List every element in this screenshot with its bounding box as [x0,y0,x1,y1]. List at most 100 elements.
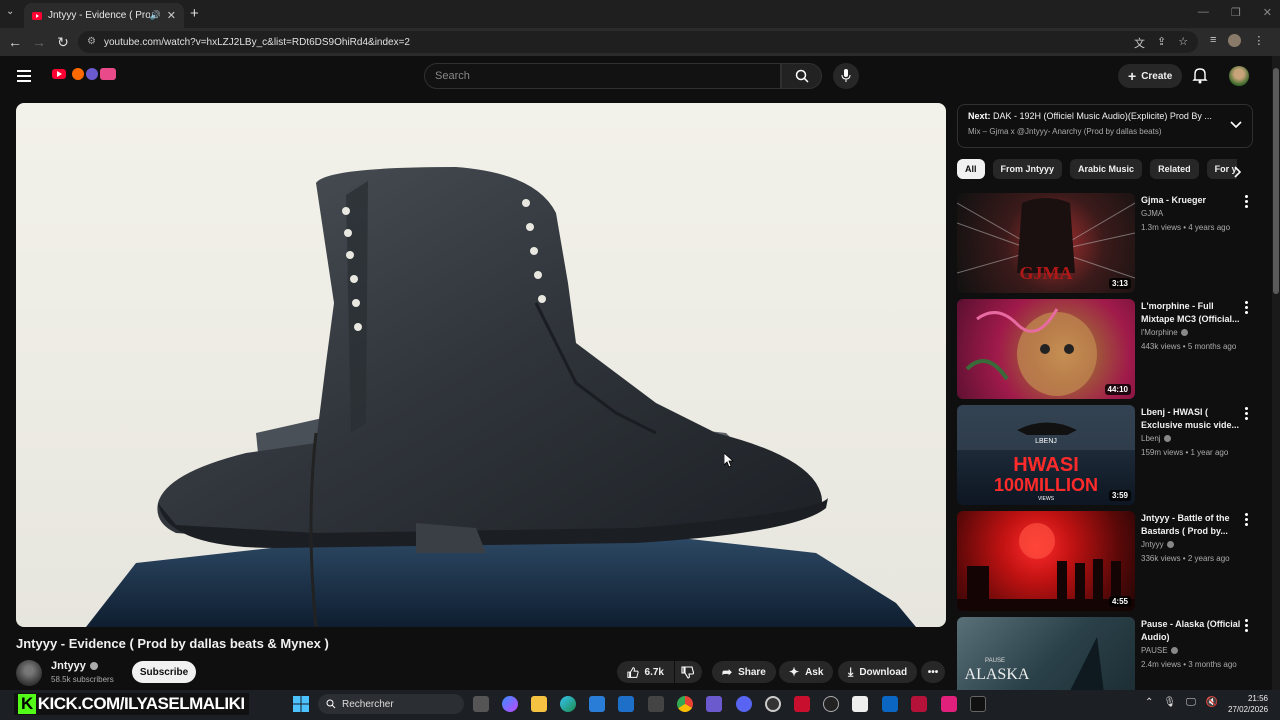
recommendation-channel[interactable]: PAUSE [1141,646,1178,655]
list-item[interactable]: LBENJ HWASI 100MILLION VIEWS 3:59 Lbenj … [957,405,1253,505]
youtube-logo[interactable] [52,68,116,80]
site-info-icon[interactable]: ⚙ [87,36,96,47]
tab-close-icon[interactable]: ✕ [167,9,176,22]
menu-icon[interactable] [17,70,31,85]
speaker-icon[interactable]: 🔊 [150,10,161,21]
system-clock[interactable]: 21:56 27/02/2026 [1228,693,1268,715]
recommendation-title[interactable]: Gjma - Krueger [1141,194,1241,207]
video-player[interactable] [16,103,946,627]
file-explorer-icon[interactable] [531,696,547,712]
recommendation-channel[interactable]: l'Morphine [1141,328,1188,337]
app-badge-icon[interactable] [911,696,927,712]
channel-avatar[interactable] [16,660,42,686]
browser-tab[interactable]: Jntyyy - Evidence ( Prod by 🔊 ✕ [24,3,184,28]
page-scrollbar[interactable] [1272,56,1280,690]
subscribe-button[interactable]: Subscribe [132,661,196,683]
playlist-next-panel[interactable]: Next: DAK - 192H (Officiel Music Audio)(… [957,104,1253,148]
scrollbar-thumb[interactable] [1273,68,1279,294]
volume-muted-icon[interactable]: 🔇 [1206,697,1218,708]
close-window-icon[interactable]: ✕ [1263,6,1272,19]
more-vertical-icon[interactable] [1245,301,1249,316]
list-item[interactable]: 44:10 L'morphine - Full Mixtape MC3 (Off… [957,299,1253,399]
reload-icon[interactable]: ↻ [51,34,75,51]
more-actions-button[interactable]: ••• [921,661,945,683]
mail-icon[interactable] [618,696,634,712]
search-input[interactable]: Search [424,63,781,89]
tiktok-icon[interactable] [970,696,986,712]
forward-icon[interactable]: → [27,34,51,50]
app-pink-icon[interactable] [941,696,957,712]
chevron-right-icon[interactable] [1234,166,1242,178]
list-item[interactable]: 4:55 Jntyyy - Battle of the Bastards ( P… [957,511,1253,611]
dislike-button[interactable] [675,661,702,683]
chip-all[interactable]: All [957,159,985,179]
back-icon[interactable]: ← [3,34,27,50]
recommendation-title[interactable]: Pause - Alaska (Official Audio) [1141,618,1241,644]
channel-name[interactable]: Jntyyy [51,660,98,672]
game-icon[interactable] [706,696,722,712]
browser-menu-icon[interactable]: ⋮ [1253,34,1264,47]
chip-from-channel[interactable]: From Jntyyy [992,159,1063,179]
copilot-icon[interactable] [502,696,518,712]
obs-icon[interactable] [765,696,781,712]
profile-icon[interactable] [1228,34,1242,47]
minimize-icon[interactable]: — [1198,6,1209,19]
account-avatar[interactable] [1229,66,1249,86]
recommendation-channel[interactable]: GJMA [1141,209,1163,218]
translate-icon[interactable]: 文 [1134,35,1145,51]
chip-arabic-music[interactable]: Arabic Music [1070,159,1143,179]
new-tab-button[interactable]: + [190,5,199,22]
next-video-title: Next: DAK - 192H (Officiel Music Audio)(… [968,111,1220,121]
bookmark-star-icon[interactable]: ☆ [1178,35,1188,51]
tab-search-icon[interactable]: ⌄ [6,6,14,17]
edge-icon[interactable] [560,696,576,712]
store-icon[interactable] [589,696,605,712]
app-dark-icon[interactable] [823,696,839,712]
video-thumbnail[interactable]: GJMA 3:13 [957,193,1135,293]
more-vertical-icon[interactable] [1245,619,1249,634]
ask-button[interactable]: ✦ Ask [779,661,834,683]
media-control-icon[interactable]: ≡ [1210,34,1216,47]
video-thumbnail[interactable]: LBENJ HWASI 100MILLION VIEWS 3:59 [957,405,1135,505]
photos-icon[interactable] [648,696,664,712]
tray-chevron-icon[interactable]: ⌃ [1145,697,1153,708]
list-item[interactable]: PAUSE ALASKA Pause - Alaska (Official Au… [957,617,1253,690]
chip-for-you[interactable]: For y [1206,159,1237,179]
microphone-tray-icon[interactable]: 🎙 [1163,697,1176,708]
chevron-down-icon[interactable] [1230,121,1242,129]
verified-icon [1166,541,1174,549]
video-thumbnail[interactable]: 4:55 [957,511,1135,611]
download-button[interactable]: ⤓ Download [838,661,918,683]
url-field[interactable]: ⚙ youtube.com/watch?v=hxLZJ2LBy_c&list=R… [78,31,1198,53]
notifications-bell-icon[interactable] [1192,67,1208,84]
recommendation-channel[interactable]: Lbenj [1141,434,1171,443]
more-vertical-icon[interactable] [1245,195,1249,210]
network-icon[interactable]: 🖵 [1186,697,1196,708]
recommendation-channel[interactable]: Jntyyy [1141,540,1174,549]
chrome-icon[interactable] [677,696,693,712]
install-icon[interactable]: ⇪ [1157,35,1166,51]
create-button[interactable]: + Create [1118,64,1183,88]
discord-icon[interactable] [736,696,752,712]
video-thumbnail[interactable]: 44:10 [957,299,1135,399]
recommendation-title[interactable]: L'morphine - Full Mixtape MC3 (Official.… [1141,300,1241,326]
like-button[interactable]: 6.7k [617,661,674,683]
linkedin-icon[interactable] [882,696,898,712]
search-button[interactable] [781,63,822,89]
maximize-icon[interactable]: ❐ [1231,6,1241,19]
notes-icon[interactable] [852,696,868,712]
recommendation-title[interactable]: Lbenj - HWASI ( Exclusive music vide... [1141,406,1241,432]
share-button[interactable]: ➦ Share [712,661,776,683]
chip-related[interactable]: Related [1150,159,1199,179]
windows-start-icon[interactable] [293,696,309,712]
recommendation-title[interactable]: Jntyyy - Battle of the Bastards ( Prod b… [1141,512,1241,538]
video-thumbnail[interactable]: PAUSE ALASKA [957,617,1135,690]
task-view-icon[interactable] [473,696,489,712]
more-vertical-icon[interactable] [1245,407,1249,422]
taskbar-search[interactable]: Rechercher [318,694,464,714]
video-title: Jntyyy - Evidence ( Prod by dallas beats… [16,636,329,651]
app-red-icon[interactable] [794,696,810,712]
more-vertical-icon[interactable] [1245,513,1249,528]
list-item[interactable]: GJMA 3:13 Gjma - Krueger GJMA 1.3m views… [957,193,1253,293]
voice-search-button[interactable] [833,63,859,89]
